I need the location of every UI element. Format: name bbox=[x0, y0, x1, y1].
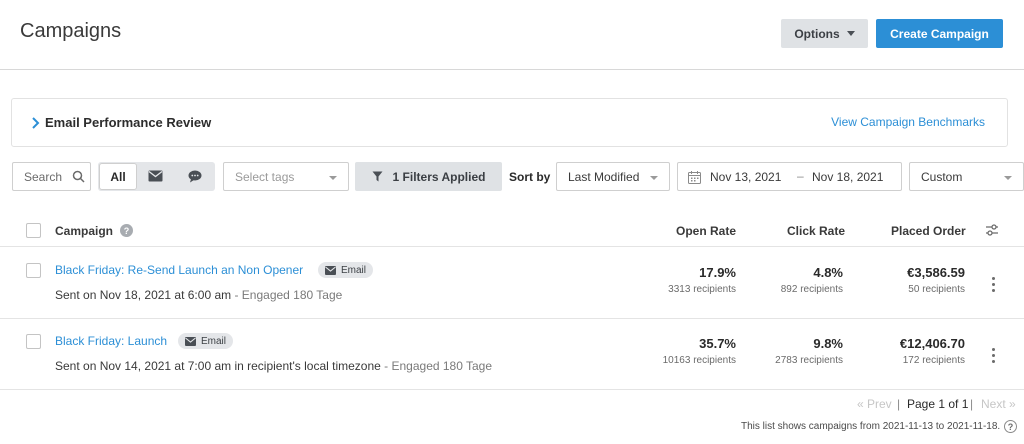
sort-select[interactable]: Last Modified bbox=[556, 162, 670, 191]
filters-label: 1 Filters Applied bbox=[392, 169, 486, 184]
help-icon[interactable]: ? bbox=[120, 224, 133, 237]
table-row: Black Friday: Launch Email Sent on Nov 1… bbox=[0, 319, 1024, 390]
chevron-right-icon bbox=[32, 117, 40, 129]
channel-badge-label: Email bbox=[341, 264, 367, 276]
sent-info: Sent on Nov 18, 2021 at 6:00 am - Engage… bbox=[55, 288, 342, 302]
channel-all-button[interactable]: All bbox=[99, 163, 137, 190]
row-menu-icon[interactable] bbox=[992, 348, 996, 366]
search-icon bbox=[72, 170, 85, 183]
row-checkbox[interactable] bbox=[26, 334, 41, 349]
sort-value: Last Modified bbox=[568, 169, 640, 184]
row-menu-icon[interactable] bbox=[992, 277, 996, 295]
filters-button[interactable]: 1 Filters Applied bbox=[355, 162, 502, 191]
page-indicator: Page 1 of 1 bbox=[907, 397, 969, 411]
open-rate-value: 17.9% bbox=[699, 265, 736, 280]
column-open-rate[interactable]: Open Rate bbox=[676, 224, 736, 238]
caret-down-icon bbox=[1004, 176, 1012, 180]
tags-placeholder: Select tags bbox=[235, 169, 295, 184]
page-header: Campaigns Options Create Campaign bbox=[0, 0, 1024, 70]
date-range-picker[interactable]: Nov 13, 2021 – Nov 18, 2021 bbox=[677, 162, 902, 191]
placed-order-cell: €12,406.70 172 recipients bbox=[845, 336, 965, 366]
filter-icon bbox=[372, 171, 383, 182]
search-input[interactable]: Search bbox=[12, 162, 91, 191]
page-title: Campaigns bbox=[20, 20, 122, 42]
select-all-checkbox[interactable] bbox=[26, 223, 41, 238]
click-recipients: 892 recipients bbox=[780, 284, 843, 295]
date-from[interactable]: Nov 13, 2021 bbox=[710, 170, 781, 184]
range-preset-value: Custom bbox=[921, 169, 963, 184]
performance-review-title: Email Performance Review bbox=[45, 115, 212, 130]
range-preset-select[interactable]: Custom bbox=[909, 162, 1024, 191]
click-rate-value: 4.8% bbox=[813, 265, 843, 280]
email-icon bbox=[185, 336, 196, 346]
engaged-segment: - Engaged 180 Tage bbox=[380, 359, 493, 373]
sent-date: Sent on Nov 14, 2021 at 7:00 am in recip… bbox=[55, 359, 381, 373]
campaign-name-link[interactable]: Black Friday: Re-Send Launch an Non Open… bbox=[55, 263, 303, 277]
date-range-footnote: This list shows campaigns from 2021-11-1… bbox=[741, 421, 1001, 432]
placed-order-value: €12,406.70 bbox=[899, 336, 965, 351]
placed-order-value: €3,586.59 bbox=[907, 265, 965, 280]
open-rate-cell: 35.7% 10163 recipients bbox=[616, 336, 736, 366]
sent-date: Sent on Nov 18, 2021 at 6:00 am bbox=[55, 288, 232, 302]
row-checkbox[interactable] bbox=[26, 263, 41, 278]
channel-filter: All bbox=[98, 162, 215, 191]
table-row: Black Friday: Re-Send Launch an Non Open… bbox=[0, 248, 1024, 319]
prev-page-link[interactable]: « Prev bbox=[857, 397, 892, 411]
options-button-label: Options bbox=[794, 26, 840, 41]
help-icon[interactable]: ? bbox=[1004, 420, 1017, 433]
sms-icon[interactable] bbox=[188, 170, 202, 183]
placed-order-cell: €3,586.59 50 recipients bbox=[845, 265, 965, 295]
channel-badge: Email bbox=[318, 262, 374, 278]
order-recipients: 172 recipients bbox=[902, 355, 965, 366]
click-recipients: 2783 recipients bbox=[775, 355, 843, 366]
channel-badge-label: Email bbox=[201, 335, 227, 347]
open-recipients: 10163 recipients bbox=[662, 355, 736, 366]
tags-select[interactable]: Select tags bbox=[223, 162, 349, 191]
column-click-rate[interactable]: Click Rate bbox=[787, 224, 845, 238]
click-rate-cell: 9.8% 2783 recipients bbox=[723, 336, 843, 366]
sort-by-label: Sort by bbox=[509, 169, 551, 184]
pagination-separator: | bbox=[970, 397, 974, 411]
date-to[interactable]: Nov 18, 2021 bbox=[812, 170, 883, 184]
next-page-link[interactable]: Next » bbox=[981, 397, 1016, 411]
open-rate-value: 35.7% bbox=[699, 336, 736, 351]
view-benchmarks-link[interactable]: View Campaign Benchmarks bbox=[831, 115, 985, 129]
date-separator: – bbox=[797, 169, 804, 183]
click-rate-cell: 4.8% 892 recipients bbox=[723, 265, 843, 295]
column-placed-order[interactable]: Placed Order bbox=[891, 224, 966, 238]
search-placeholder: Search bbox=[24, 169, 63, 184]
column-campaign[interactable]: Campaign bbox=[55, 224, 113, 238]
sent-info: Sent on Nov 14, 2021 at 7:00 am in recip… bbox=[55, 359, 492, 373]
create-campaign-button[interactable]: Create Campaign bbox=[876, 19, 1003, 48]
email-icon bbox=[325, 265, 336, 275]
calendar-icon bbox=[688, 171, 701, 184]
click-rate-value: 9.8% bbox=[813, 336, 843, 351]
open-recipients: 3313 recipients bbox=[668, 284, 736, 295]
caret-down-icon bbox=[650, 176, 658, 180]
column-settings-icon[interactable] bbox=[985, 223, 999, 237]
caret-down-icon bbox=[329, 176, 337, 180]
campaign-name-link[interactable]: Black Friday: Launch bbox=[55, 334, 167, 348]
email-icon[interactable] bbox=[148, 170, 163, 182]
caret-down-icon bbox=[846, 31, 855, 36]
channel-badge: Email bbox=[178, 333, 234, 349]
pagination-separator: | bbox=[897, 397, 901, 411]
performance-review-panel[interactable]: Email Performance Review View Campaign B… bbox=[11, 98, 1008, 147]
table-header: Campaign ? Open Rate Click Rate Placed O… bbox=[0, 214, 1024, 247]
engaged-segment: - Engaged 180 Tage bbox=[231, 288, 343, 302]
open-rate-cell: 17.9% 3313 recipients bbox=[616, 265, 736, 295]
options-button[interactable]: Options bbox=[781, 19, 868, 48]
order-recipients: 50 recipients bbox=[908, 284, 965, 295]
pagination: « Prev | Page 1 of 1 | Next » bbox=[0, 397, 1024, 411]
